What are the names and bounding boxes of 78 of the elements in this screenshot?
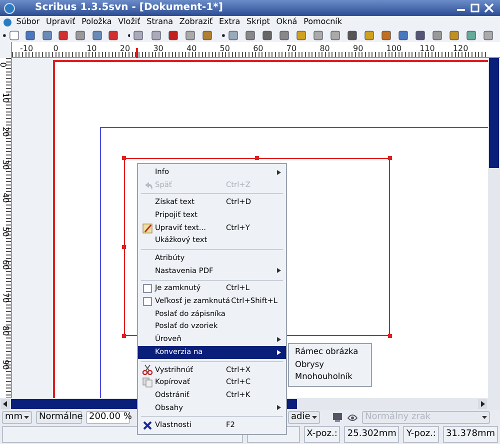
ruler-label: 70	[0, 292, 10, 303]
ruler-label: 80	[320, 44, 330, 54]
menu-item[interactable]: Mnohouholník	[289, 371, 371, 384]
resize-handle[interactable]	[122, 334, 126, 338]
ruler-label: 60	[253, 44, 264, 54]
menu-item[interactable]: Extra	[216, 17, 244, 27]
resize-handle[interactable]	[122, 156, 126, 160]
checkbox[interactable]	[142, 284, 152, 294]
ruler-label: 100	[386, 44, 402, 54]
display-icon[interactable]	[332, 412, 343, 423]
mode-dropdown[interactable]: Normálne	[36, 411, 82, 424]
submenu-arrow-icon	[277, 405, 281, 410]
toolbar-handle-icon	[128, 34, 130, 36]
zoom-field[interactable]: 200.00 %	[86, 411, 130, 424]
menu-item[interactable]: Strana	[143, 17, 176, 27]
toolbar-handle-icon	[3, 34, 6, 36]
menu-item[interactable]: Položka	[78, 17, 115, 27]
unit-dropdown[interactable]: mm	[2, 411, 32, 424]
menu-item[interactable]: Súbor	[13, 17, 43, 27]
app-icon	[4, 2, 15, 14]
ruler-label: 40	[0, 192, 10, 204]
eye-icon[interactable]	[347, 412, 358, 423]
resize-handle[interactable]	[388, 334, 392, 338]
scissors-icon	[142, 364, 152, 376]
edit-icon	[142, 222, 152, 234]
ruler-label: 30	[0, 160, 10, 170]
toolbar-handle-icon	[222, 34, 224, 36]
submenu-arrow-icon	[277, 170, 281, 175]
ruler-label: 0	[53, 44, 58, 54]
menu-item[interactable]: Skript	[243, 17, 274, 27]
cross-icon	[142, 420, 152, 432]
ruler-label: 110	[420, 44, 435, 54]
checkbox[interactable]	[142, 297, 152, 306]
menu-item[interactable]: Pomocník	[300, 17, 346, 27]
ruler-label: 10	[86, 44, 97, 54]
scroll-left-button[interactable]	[1, 399, 10, 409]
resize-handle[interactable]	[122, 245, 126, 249]
layer-dropdown[interactable]: adie	[288, 411, 320, 424]
ruler-label: 60	[0, 260, 10, 270]
dropdown-arrow-icon	[24, 416, 29, 419]
menu-item[interactable]: Zobraziť	[176, 17, 216, 27]
ruler-label: 20	[0, 126, 10, 136]
dropdown-arrow-icon	[312, 416, 317, 419]
ruler-label: 30	[153, 44, 164, 54]
position-marker	[136, 48, 138, 58]
scroll-right-button[interactable]	[478, 399, 487, 409]
maximize-icon[interactable]	[470, 3, 480, 13]
globe-icon	[3, 18, 12, 26]
resize-handle[interactable]	[255, 156, 259, 160]
ruler-label: 80	[0, 326, 10, 336]
submenu-arrow-icon	[277, 350, 281, 355]
ruler-label: 50	[0, 226, 10, 236]
y-label: Y-poz.:	[403, 426, 439, 443]
close-icon[interactable]	[484, 3, 494, 13]
menu-item[interactable]: Obrysy	[289, 358, 371, 371]
y-position-field: 31.378mm	[442, 426, 498, 443]
resize-handle[interactable]	[388, 156, 392, 160]
ruler-label: 70	[286, 44, 297, 54]
ruler-label: 20	[120, 44, 130, 54]
ruler-label: 90	[0, 359, 10, 370]
menu-item[interactable]: Vložiť	[114, 17, 144, 27]
ruler-label: 120	[452, 44, 468, 54]
ruler-label: -10	[20, 44, 34, 54]
submenu-arrow-icon	[277, 336, 281, 342]
menu-item[interactable]: Upraviť	[42, 17, 78, 27]
submenu-arrow-icon	[277, 268, 281, 274]
ruler-label: 40	[186, 44, 197, 54]
x-label: X-poz.:	[304, 426, 340, 443]
ruler-label: 0	[0, 62, 8, 68]
window-title: Scribus 1.3.5svn - [Dokument-1*]	[35, 2, 223, 14]
ruler-label: 90	[353, 44, 364, 54]
menu-item[interactable]: Okná	[273, 17, 300, 27]
ruler-label: 10	[0, 93, 10, 104]
x-position-field: 25.302mm	[344, 426, 400, 443]
ruler-label: 50	[220, 44, 230, 54]
scroll-thumb[interactable]	[489, 58, 499, 168]
menu-item[interactable]: Rámec obrázka	[289, 346, 371, 358]
dropdown-arrow-icon	[482, 416, 487, 419]
